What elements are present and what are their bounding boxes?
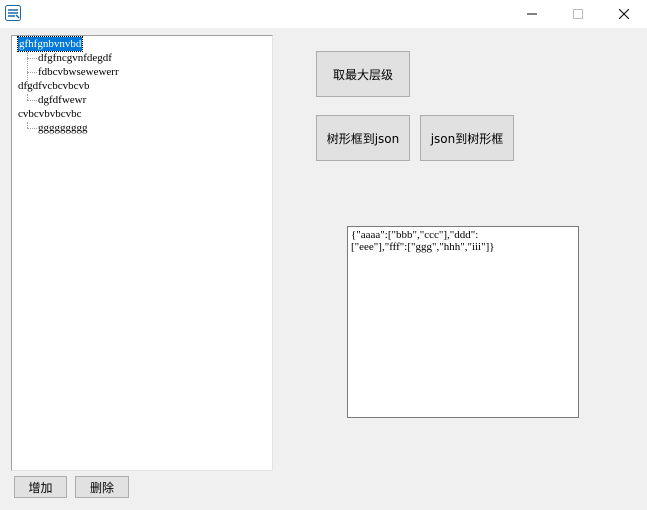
tree-node[interactable]: dgfdfwewr (38, 93, 86, 107)
maximize-icon (573, 9, 583, 19)
max-level-button[interactable]: 取最大层级 (316, 51, 410, 97)
delete-button[interactable]: 删除 (75, 476, 129, 498)
tree-node[interactable]: fdbcvbwsewewerr (38, 65, 119, 79)
app-icon (5, 5, 21, 21)
title-bar (0, 0, 647, 28)
close-button[interactable] (601, 0, 647, 28)
tree-connector (27, 128, 37, 129)
tree-connector (27, 100, 37, 101)
tree-node[interactable]: dfgfncgvnfdegdf (38, 51, 112, 65)
maximize-button[interactable] (555, 0, 601, 28)
tree-to-json-button[interactable]: 树形框到json (316, 115, 410, 161)
tree-node[interactable]: gfhfgnbvnvbd (16, 36, 84, 52)
tree-node[interactable]: ggggggggg (38, 121, 88, 135)
tree-view[interactable]: gfhfgnbvnvbd dfgfncgvnfdegdf fdbcvbwsewe… (11, 35, 273, 471)
json-to-tree-button[interactable]: json到树形框 (420, 115, 514, 161)
tree-node[interactable]: dfgdfvcbcvbcvb (18, 79, 89, 93)
add-button[interactable]: 增加 (14, 476, 67, 498)
close-icon (619, 9, 629, 19)
tree-connector (27, 58, 37, 59)
json-textbox[interactable]: {"aaaa":["bbb","ccc"],"ddd": ["eee"],"ff… (347, 226, 579, 418)
tree-node[interactable]: cvbcvbvbcvbc (18, 107, 82, 121)
minimize-icon (527, 13, 537, 15)
minimize-button[interactable] (509, 0, 555, 28)
tree-connector (27, 72, 37, 73)
